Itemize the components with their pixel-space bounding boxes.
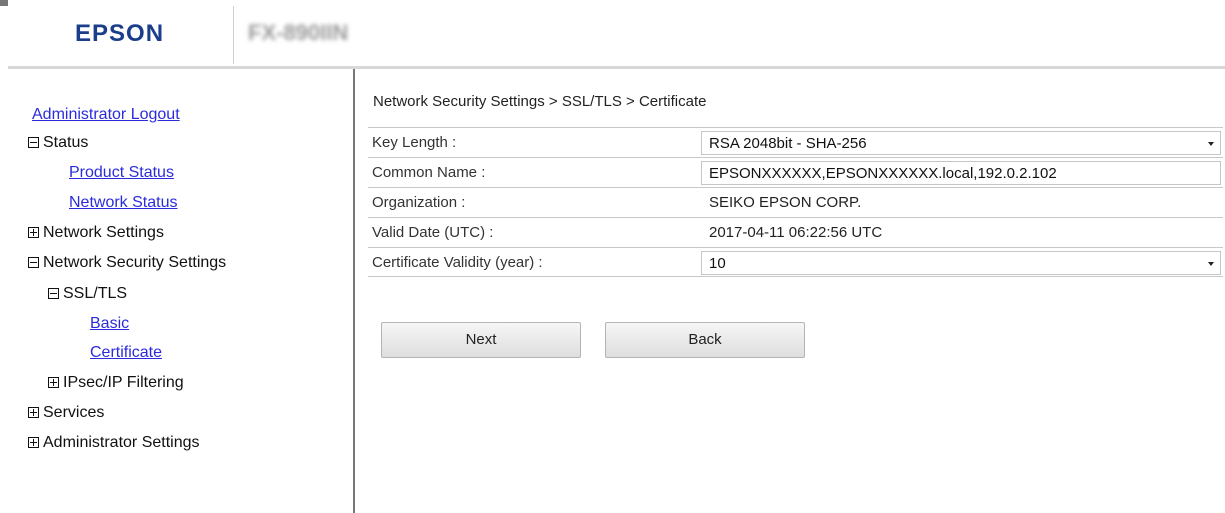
common-name-input[interactable] (701, 161, 1221, 185)
certificate-form: Key Length : RSA 2048bit - SHA-256 Commo… (368, 127, 1223, 277)
breadcrumb: Network Security Settings > SSL/TLS > Ce… (373, 93, 707, 110)
form-row-key-length: Key Length : RSA 2048bit - SHA-256 (368, 127, 1223, 157)
plus-box-icon[interactable] (28, 227, 39, 238)
key-length-label: Key Length : (372, 134, 457, 151)
epson-logo: EPSON (75, 20, 165, 47)
form-row-organization: Organization : SEIKO EPSON CORP. (368, 187, 1223, 217)
plus-box-icon[interactable] (28, 407, 39, 418)
sidebar-item-services[interactable]: Services (28, 403, 104, 423)
corner-mark (0, 0, 8, 6)
sidebar-item-status[interactable]: Status (28, 133, 88, 153)
sidebar-item-label: Network Settings (43, 224, 164, 241)
common-name-label: Common Name : (372, 164, 486, 181)
sidebar-item-label: IPsec/IP Filtering (63, 374, 184, 391)
certificate-validity-select[interactable]: 10 (701, 251, 1221, 275)
form-row-valid-date: Valid Date (UTC) : 2017-04-11 06:22:56 U… (368, 217, 1223, 247)
sidebar-item-label: Network Security Settings (43, 254, 227, 271)
key-length-select[interactable]: RSA 2048bit - SHA-256 (701, 131, 1221, 155)
sidebar-item-label: SSL/TLS (63, 285, 128, 302)
sidebar-item-certificate[interactable]: Certificate (90, 343, 162, 363)
sidebar-item-ipsec-ip-filtering[interactable]: IPsec/IP Filtering (48, 373, 184, 393)
sidebar-item-product-status[interactable]: Product Status (69, 163, 174, 183)
minus-box-icon[interactable] (28, 257, 39, 268)
minus-box-icon[interactable] (28, 137, 39, 148)
chevron-down-icon[interactable] (1208, 262, 1214, 266)
sidebar-item-ssl-tls[interactable]: SSL/TLS (48, 284, 127, 304)
sidebar-nav: Administrator Logout Status Product Stat… (8, 69, 353, 513)
sidebar-item-basic[interactable]: Basic (90, 314, 129, 334)
administrator-logout-link[interactable]: Administrator Logout (32, 105, 180, 125)
organization-label: Organization : (372, 194, 466, 211)
sidebar-item-network-security-settings[interactable]: Network Security Settings (28, 253, 226, 273)
sidebar-item-label: Services (43, 404, 105, 421)
header-divider (233, 6, 234, 64)
plus-box-icon[interactable] (48, 377, 59, 388)
certificate-validity-label: Certificate Validity (year) : (372, 254, 543, 271)
form-row-certificate-validity: Certificate Validity (year) : 10 (368, 247, 1223, 277)
valid-date-label: Valid Date (UTC) : (372, 224, 494, 241)
valid-date-value: 2017-04-11 06:22:56 UTC (709, 224, 883, 241)
next-button[interactable]: Next (381, 322, 581, 358)
sidebar-item-label: Administrator Settings (43, 434, 200, 451)
model-name: FX-890IIN (248, 20, 349, 45)
header: EPSON FX-890IIN (8, 0, 1225, 66)
certificate-validity-value: 10 (709, 255, 726, 272)
back-button[interactable]: Back (605, 322, 805, 358)
sidebar-item-label: Status (43, 134, 89, 151)
sidebar-item-network-status[interactable]: Network Status (69, 193, 177, 213)
plus-box-icon[interactable] (28, 437, 39, 448)
main-content: Network Security Settings > SSL/TLS > Ce… (355, 69, 1225, 513)
minus-box-icon[interactable] (48, 288, 59, 299)
chevron-down-icon[interactable] (1208, 142, 1214, 146)
key-length-value: RSA 2048bit - SHA-256 (709, 135, 867, 152)
organization-value: SEIKO EPSON CORP. (709, 194, 862, 211)
form-row-common-name: Common Name : (368, 157, 1223, 187)
sidebar-item-administrator-settings[interactable]: Administrator Settings (28, 433, 200, 453)
sidebar-item-network-settings[interactable]: Network Settings (28, 223, 164, 243)
